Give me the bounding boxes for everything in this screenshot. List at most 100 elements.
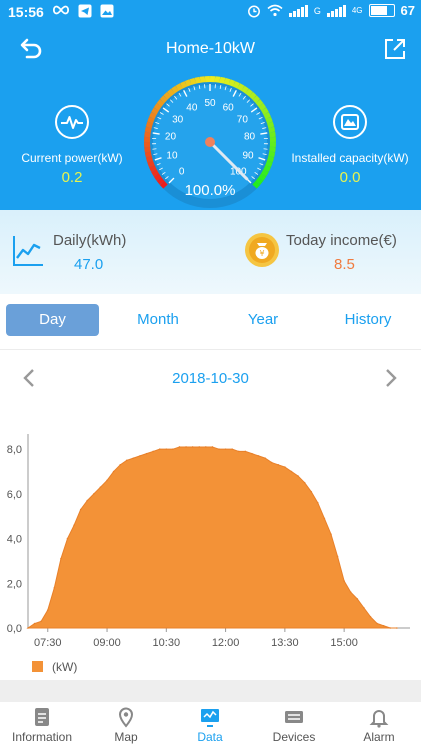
- data-point: [231, 448, 233, 450]
- gauge-arc-segment: [149, 164, 157, 172]
- divider: [0, 680, 421, 702]
- gauge-arc-segment: [223, 77, 231, 85]
- current-power-value: 0.2: [61, 169, 83, 186]
- nav-item-devices[interactable]: Devices: [252, 706, 336, 744]
- tab-month[interactable]: Month: [114, 304, 202, 336]
- gauge-arc-segment: [263, 112, 271, 120]
- gauge-arc-segment: [144, 151, 152, 158]
- selected-date[interactable]: 2018-10-30: [0, 370, 421, 387]
- data-point: [237, 450, 240, 453]
- gauge-arc-segment: [156, 99, 165, 107]
- data-point: [356, 598, 359, 600]
- gauge-arc-segment: [153, 103, 162, 111]
- nav-item-map[interactable]: Map: [84, 706, 168, 744]
- gauge-arc-segment: [237, 83, 245, 91]
- gauge-arc-segment: [167, 88, 175, 97]
- signal-2-icon: [326, 4, 346, 17]
- income-value: 8.5: [334, 256, 355, 273]
- header: 15:56 G 4G 67 Home-10kW Current power(kW…: [0, 0, 421, 210]
- gauge-tick-label: 80: [244, 132, 256, 143]
- tab-year[interactable]: Year: [219, 304, 307, 336]
- page-title: Home-10kW: [166, 40, 255, 57]
- gauge-arc-segment: [151, 107, 159, 115]
- gauge-arc-segment: [255, 99, 264, 107]
- gauge-arc-segment: [265, 160, 273, 168]
- installed-capacity-label: Installed capacity(kW): [291, 151, 409, 165]
- series-area: [26, 446, 397, 629]
- gauge-tick-label: 20: [165, 132, 177, 143]
- gauge-arc-segment: [159, 95, 168, 104]
- data-point: [172, 448, 174, 450]
- data-point: [303, 481, 306, 484]
- x-tick-label: 10:30: [153, 637, 181, 649]
- device-icon: [285, 711, 303, 723]
- sim-label: G: [313, 5, 321, 16]
- gauge-tick-label: 50: [204, 98, 216, 109]
- data-point: [257, 455, 260, 457]
- nav-item-information[interactable]: Information: [0, 706, 84, 744]
- data-point: [191, 446, 194, 448]
- y-tick-label: 6,0: [7, 489, 22, 501]
- gauge-arc-segment: [228, 79, 236, 87]
- data-point: [310, 490, 313, 493]
- data-point: [297, 475, 299, 477]
- gauge-arc-segment: [214, 76, 221, 83]
- gauge-arc-segment: [147, 160, 155, 168]
- gauge-arc-segment: [219, 76, 226, 84]
- gauge-arc-segment: [269, 146, 276, 153]
- gauge-arc-segment: [151, 169, 159, 177]
- gauge-arc-segment: [153, 173, 162, 181]
- gauge-hub: [205, 137, 215, 147]
- data-point: [349, 591, 352, 594]
- gauge-arc-segment: [199, 76, 206, 83]
- svg-text:¥: ¥: [259, 249, 264, 258]
- gauge-arc-segment: [267, 155, 275, 163]
- tab-day[interactable]: Day: [6, 304, 99, 336]
- gauge-percent: 100.0%: [185, 182, 236, 199]
- data-point: [79, 508, 82, 511]
- data-point: [132, 457, 135, 459]
- data-point: [73, 524, 75, 526]
- gauge-arc-segment: [194, 76, 201, 84]
- gauge-arc-segment: [267, 121, 275, 129]
- gauge-arc-segment: [263, 164, 271, 172]
- gauge-tick: [152, 148, 157, 150]
- wifi-icon: [267, 4, 283, 17]
- data-point: [119, 464, 122, 466]
- data-point: [86, 499, 89, 502]
- gauge-arc-segment: [252, 180, 261, 189]
- nav-label: Alarm: [363, 730, 395, 744]
- data-point: [363, 607, 365, 609]
- period-tabs: Day Month Year History: [0, 294, 421, 350]
- gauge-tick-label: 10: [166, 150, 178, 161]
- data-point: [264, 457, 266, 459]
- data-point: [152, 450, 154, 453]
- nav-label: Map: [114, 730, 138, 744]
- share-icon[interactable]: [383, 37, 407, 61]
- legend-swatch: [32, 661, 43, 672]
- nav-item-alarm[interactable]: Alarm: [337, 706, 421, 744]
- gauge-arc-segment: [180, 81, 188, 89]
- bottom-nav: Information Map Data Devices Alarm: [0, 702, 421, 750]
- alarm-clock-icon: [247, 5, 260, 17]
- infinity-icon: [52, 5, 70, 15]
- data-point: [165, 448, 168, 450]
- data-point: [290, 470, 293, 473]
- gauge-arc-segment: [156, 177, 165, 185]
- tab-history[interactable]: History: [324, 304, 412, 336]
- date-navigator: 2018-10-30: [0, 358, 421, 398]
- data-point: [284, 466, 286, 468]
- gauge-arc-segment: [184, 79, 192, 87]
- data-point: [198, 446, 201, 448]
- data-point: [396, 627, 398, 629]
- chevron-right-icon[interactable]: [384, 368, 398, 388]
- data-point: [178, 446, 181, 448]
- capacity-icon: [333, 105, 367, 139]
- x-tick-label: 09:00: [93, 637, 121, 649]
- y-tick-label: 2,0: [7, 578, 22, 590]
- x-tick-label: 15:00: [330, 637, 358, 649]
- nav-item-data[interactable]: Data: [168, 706, 252, 744]
- x-tick-label: 13:30: [271, 637, 299, 649]
- gauge-arc-segment: [245, 88, 253, 97]
- x-tick-label: 07:30: [34, 637, 62, 649]
